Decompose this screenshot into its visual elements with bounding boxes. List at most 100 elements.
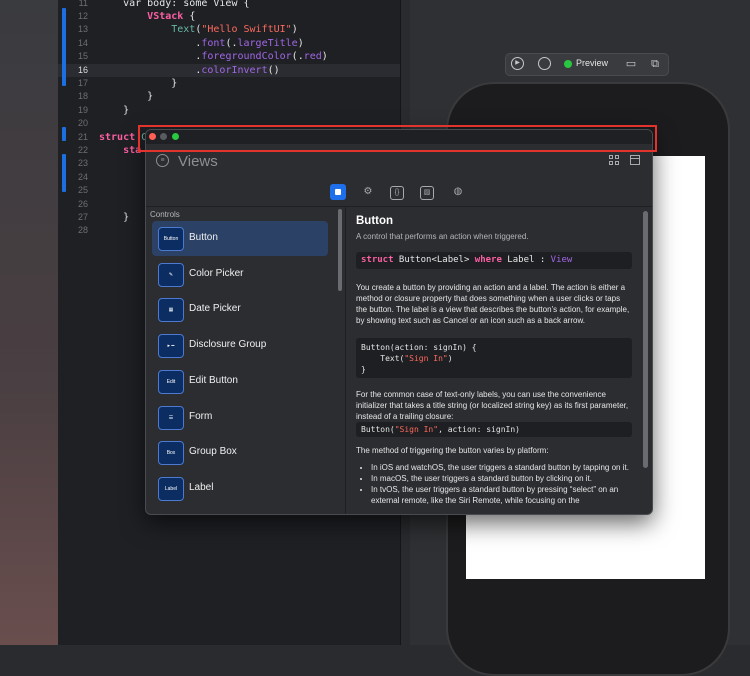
code-line[interactable]: 16 .colorInvert() <box>58 63 400 77</box>
code-line[interactable]: 18 } <box>58 90 400 103</box>
doc-paragraph: You create a button by providing an acti… <box>356 283 630 325</box>
code-line[interactable]: 13 Text("Hello SwiftUI") <box>58 23 400 36</box>
line-number: 23 <box>77 158 88 169</box>
code-text: .foregroundColor(.red) <box>99 51 328 63</box>
library-item-edit-button[interactable]: Edit Edit Button <box>152 364 328 399</box>
library-item-button[interactable]: Button Button <box>152 221 328 256</box>
line-number: 28 <box>77 225 88 236</box>
duplicate-preview-icon[interactable]: ⧉ <box>648 57 662 71</box>
code-line[interactable]: 11 var body: some View { <box>58 0 400 10</box>
selection-highlight <box>138 125 657 152</box>
sidebar-scrollbar[interactable] <box>338 209 342 291</box>
line-number: 16 <box>77 64 88 75</box>
library-item-group-box[interactable]: Box Group Box <box>152 435 328 470</box>
control-icon: ▦ <box>158 298 184 323</box>
filter-icon[interactable]: ≡ <box>156 154 169 167</box>
line-number: 18 <box>77 91 88 102</box>
item-label: Color Picker <box>189 267 244 279</box>
item-label: Disclosure Group <box>189 339 267 351</box>
code-text: Text("Hello SwiftUI") <box>171 24 298 36</box>
library-item-date-picker[interactable]: ▦ Date Picker <box>152 292 328 327</box>
code-text: sta <box>123 145 142 156</box>
doc-paragraph: The method of triggering the button vari… <box>356 446 549 455</box>
line-number: 24 <box>77 171 88 182</box>
code-text: VStack { <box>147 11 196 22</box>
modifiers-tab-icon[interactable]: ⚙ <box>360 184 376 200</box>
code-text: } <box>99 104 130 116</box>
doc-subtitle: A control that performs an action when t… <box>356 232 529 241</box>
code-sample: Button(action: signIn) { Text("Sign In")… <box>356 338 632 378</box>
device-settings-icon[interactable]: ▭ <box>624 57 638 71</box>
images-tab-icon[interactable]: ▨ <box>420 186 434 200</box>
platform-list: In iOS and watchOS, the user triggers a … <box>356 462 647 506</box>
preview-toolbar: ▶ Preview ▭ ⧉ <box>505 53 669 76</box>
line-number: 27 <box>77 212 88 222</box>
snippets-tab-icon[interactable]: {} <box>390 186 404 200</box>
control-icon: ▸ ━ <box>158 334 184 359</box>
bullet-item: In tvOS, the user triggers a standard bu… <box>371 484 647 506</box>
library-item-disclosure-group[interactable]: ▸ ━ Disclosure Group <box>152 328 328 363</box>
library-sidebar: Controls Button Button ✎ Color Picker ▦ Date … <box>146 207 342 514</box>
colors-tab-icon[interactable]: ◍ <box>450 184 466 200</box>
grid-view-icon[interactable] <box>609 155 619 165</box>
views-tab-icon[interactable] <box>330 184 346 200</box>
declaration-code: struct Button<Label> where Label : View <box>356 252 632 269</box>
line-number: 26 <box>77 198 88 209</box>
control-icon: Label <box>158 476 184 501</box>
item-label: Button <box>189 232 218 243</box>
library-item-label[interactable]: Label Label <box>152 471 328 506</box>
status-dot <box>564 60 572 68</box>
preview-label[interactable]: Preview <box>576 58 608 68</box>
item-label: Edit Button <box>189 374 238 386</box>
code-text: .font(.largeTitle) <box>99 37 304 49</box>
section-header: Controls <box>150 210 180 219</box>
doc-title: Button <box>356 215 394 227</box>
doc-scrollbar[interactable] <box>643 211 648 468</box>
control-icon: Button <box>158 227 184 251</box>
search-input[interactable] <box>176 150 480 172</box>
code-line[interactable]: 15 .foregroundColor(.red) <box>58 50 400 63</box>
selectable-mode-icon[interactable] <box>538 57 551 70</box>
live-preview-icon[interactable]: ▶ <box>511 57 524 70</box>
bullet-item: In macOS, the user triggers a standard b… <box>371 473 647 484</box>
line-number: 12 <box>77 11 88 21</box>
code-text: } <box>99 91 154 103</box>
code-line[interactable]: 17 } <box>58 77 400 90</box>
line-number: 21 <box>77 131 88 142</box>
line-number: 22 <box>77 145 88 155</box>
item-label: Group Box <box>189 446 237 458</box>
item-label: Date Picker <box>189 303 241 315</box>
code-line[interactable]: 12 VStack { <box>58 10 400 23</box>
line-number: 13 <box>77 24 88 35</box>
line-number: 25 <box>77 185 88 196</box>
code-sample: Button("Sign In", action: signIn) <box>356 422 632 437</box>
bullet-item: In iOS and watchOS, the user triggers a … <box>371 462 647 473</box>
library-item-form[interactable]: ☰ Form <box>152 400 328 435</box>
doc-paragraph: For the common case of text-only labels,… <box>356 390 629 421</box>
pane-divider <box>345 207 346 514</box>
code-line[interactable]: 19 } <box>58 104 400 117</box>
control-icon: Edit <box>158 369 184 394</box>
documentation-pane: Button A control that performs an action… <box>356 215 636 514</box>
item-label: Form <box>189 410 213 422</box>
code-text: var body: some View { <box>99 0 250 9</box>
item-label: Label <box>189 481 214 493</box>
line-number: 17 <box>77 78 88 88</box>
code-line[interactable]: 14 .font(.largeTitle) <box>58 37 400 50</box>
control-icon: Box <box>158 441 184 466</box>
library-window: ≡ ⚙ {} ▨ ◍ Controls Button Button ✎ Color P… <box>145 129 653 515</box>
code-text: .colorInvert() <box>99 64 280 76</box>
desktop-background <box>0 0 58 645</box>
line-number: 14 <box>77 37 88 48</box>
library-tabs: ⚙ {} ▨ ◍ <box>146 176 652 207</box>
code-text: } <box>99 212 130 223</box>
control-icon: ✎ <box>158 262 184 287</box>
list-view-icon[interactable] <box>630 155 640 165</box>
line-number: 19 <box>77 104 88 115</box>
code-text: } <box>99 78 178 89</box>
library-item-color-picker[interactable]: ✎ Color Picker <box>152 257 328 292</box>
line-number: 20 <box>77 118 88 129</box>
line-number: 15 <box>77 51 88 62</box>
line-number: 11 <box>78 0 88 8</box>
control-icon: ☰ <box>158 405 184 430</box>
